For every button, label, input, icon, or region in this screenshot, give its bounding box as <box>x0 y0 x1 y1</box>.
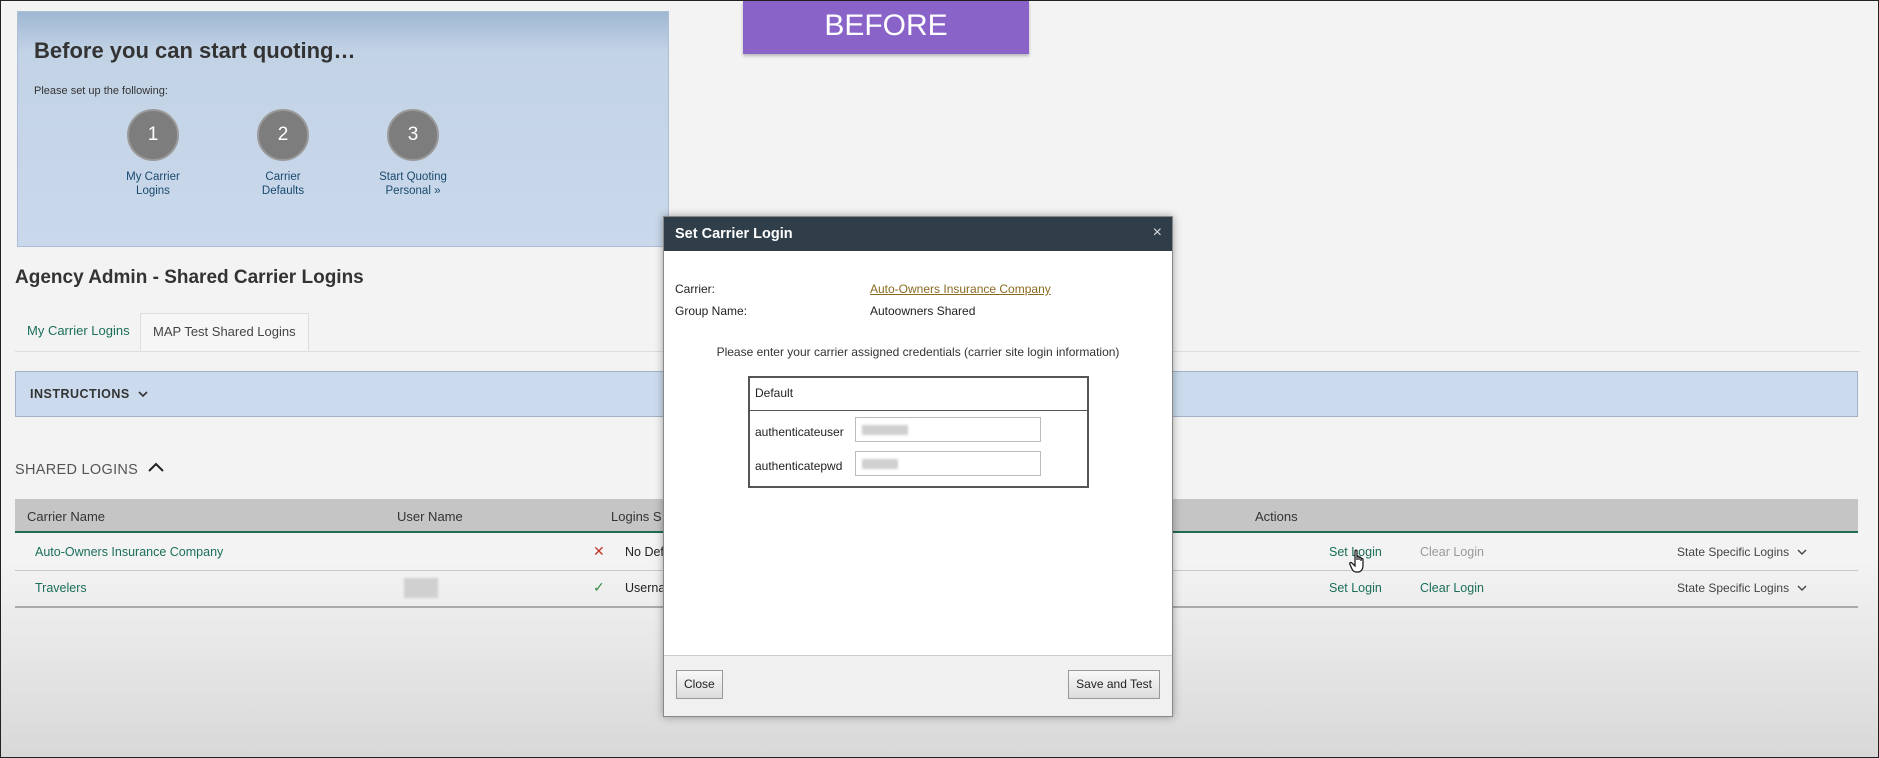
step-label: Carrier Defaults <box>261 171 305 197</box>
dialog-header: Set Carrier Login × <box>664 217 1172 251</box>
shared-logins-toggle[interactable]: SHARED LOGINS <box>15 461 165 478</box>
chevron-down-icon <box>1797 549 1807 555</box>
chevron-up-icon <box>147 462 164 472</box>
credentials-hint: Please enter your carrier assigned crede… <box>716 345 1120 359</box>
col-actions: Actions <box>1255 509 1298 524</box>
col-carrier-name: Carrier Name <box>27 509 106 524</box>
close-icon[interactable]: × <box>1153 224 1162 242</box>
set-login-link[interactable]: Set Login <box>1329 581 1382 595</box>
setup-panel: Before you can start quoting… Please set… <box>17 11 669 247</box>
authenticatepwd-label: authenticatepwd <box>755 459 843 473</box>
col-user-name: User Name <box>397 509 463 524</box>
login-status-text: Userna <box>625 581 666 595</box>
carrier-value-link[interactable]: Auto-Owners Insurance Company <box>870 282 1051 296</box>
before-banner: BEFORE <box>743 1 1029 54</box>
clear-login-link[interactable]: Clear Login <box>1420 581 1484 595</box>
carrier-label: Carrier: <box>675 282 716 296</box>
step-carrier-logins[interactable]: 1 My Carrier Logins <box>88 109 218 198</box>
x-mark-icon: ✕ <box>593 543 605 559</box>
dialog-title: Set Carrier Login <box>675 226 793 242</box>
credentials-box: Default authenticateuser authenticatepwd <box>748 376 1089 488</box>
state-specific-logins-dropdown[interactable]: State Specific Logins <box>1677 581 1807 595</box>
set-carrier-login-dialog: Set Carrier Login × Carrier: Auto-Owners… <box>663 216 1173 717</box>
carrier-name: Travelers <box>35 581 87 595</box>
page-title: Agency Admin - Shared Carrier Logins <box>15 267 364 288</box>
clear-login-link: Clear Login <box>1420 545 1484 559</box>
chevron-down-icon <box>138 391 148 398</box>
step-label: Start Quoting Personal » <box>379 171 447 197</box>
dialog-footer: Close Save and Test <box>664 655 1172 716</box>
app-frame: Before you can start quoting… Please set… <box>0 0 1879 758</box>
instructions-label: INSTRUCTIONS <box>30 387 148 401</box>
step-number: 1 <box>127 109 179 161</box>
authenticateuser-label: authenticateuser <box>755 425 844 439</box>
authenticateuser-input[interactable] <box>855 417 1041 442</box>
shared-logins-label: SHARED LOGINS <box>15 462 139 478</box>
group-name-value: Autoowners Shared <box>870 304 976 318</box>
step-number: 2 <box>257 109 309 161</box>
col-logins-status: Logins S <box>611 509 662 524</box>
group-name-label: Group Name: <box>675 304 748 318</box>
redacted-username <box>404 578 438 598</box>
check-icon: ✓ <box>593 579 605 595</box>
setup-subtitle: Please set up the following: <box>34 85 168 97</box>
authenticatepwd-input[interactable] <box>855 451 1041 476</box>
tab-shared-logins[interactable]: MAP Test Shared Logins <box>140 313 309 351</box>
step-start-quoting[interactable]: 3 Start Quoting Personal » <box>348 109 478 198</box>
login-status-text: No Def <box>625 545 664 559</box>
save-and-test-button[interactable]: Save and Test <box>1068 670 1160 699</box>
step-label: My Carrier Logins <box>126 171 180 197</box>
carrier-name: Auto-Owners Insurance Company <box>35 545 224 559</box>
chevron-down-icon <box>1797 585 1807 591</box>
tab-my-carrier-logins[interactable]: My Carrier Logins <box>15 313 142 349</box>
close-button[interactable]: Close <box>676 670 723 699</box>
step-carrier-defaults[interactable]: 2 Carrier Defaults <box>218 109 348 198</box>
state-specific-logins-dropdown[interactable]: State Specific Logins <box>1677 545 1807 559</box>
step-number: 3 <box>387 109 439 161</box>
credentials-box-header: Default <box>750 378 1087 411</box>
setup-title: Before you can start quoting… <box>34 38 356 63</box>
hand-cursor-icon <box>1349 549 1364 573</box>
